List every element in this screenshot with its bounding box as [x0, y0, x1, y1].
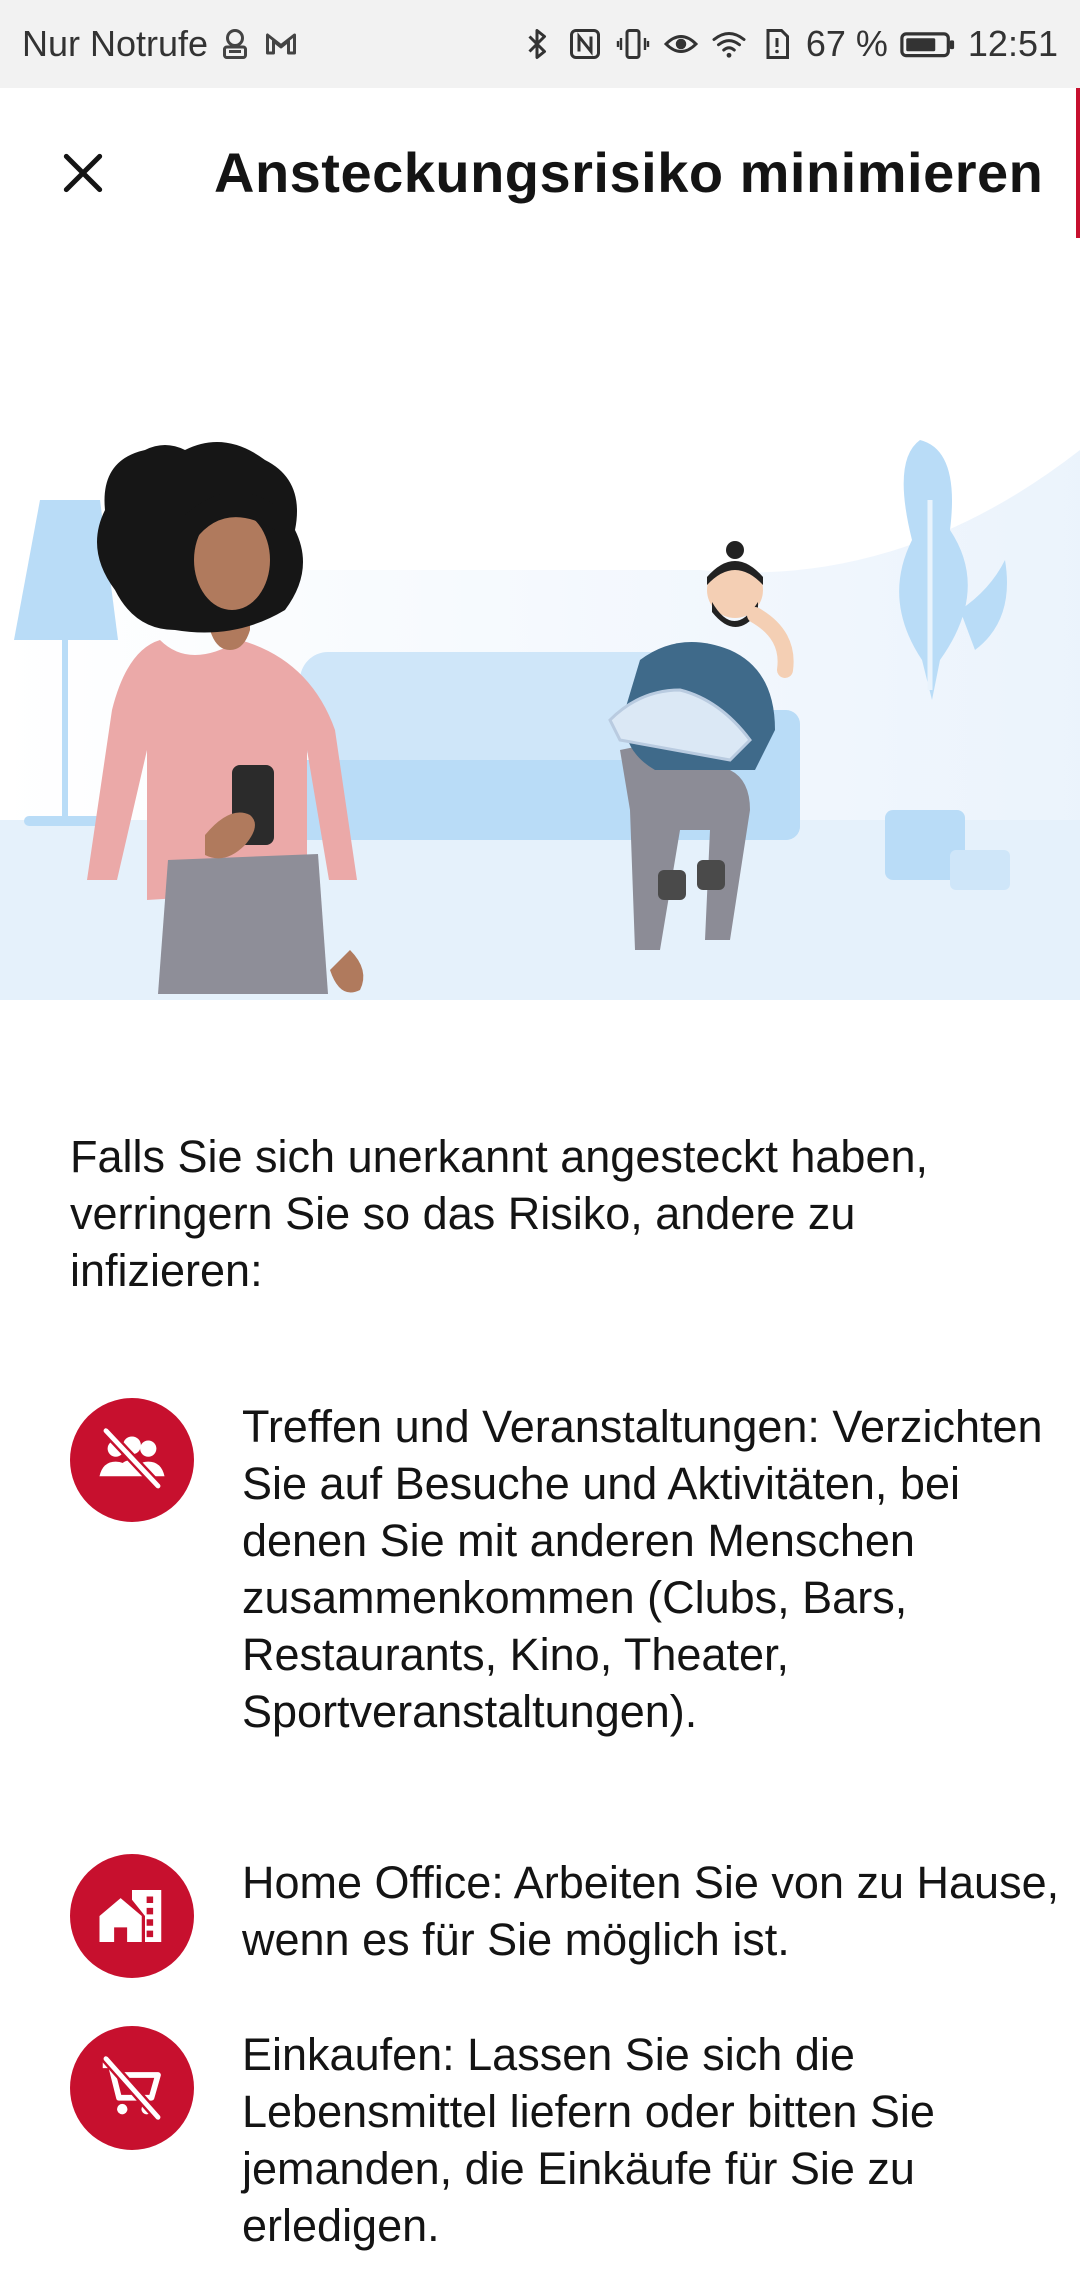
- living-room-illustration: [0, 390, 1080, 1000]
- intro-text: Falls Sie sich unerkannt angesteckt habe…: [70, 1131, 929, 1296]
- home-office-icon: [70, 1854, 194, 1978]
- wifi-icon: [710, 25, 748, 63]
- clock: 12:51: [967, 23, 1058, 64]
- battery-percent: 67 %: [805, 23, 888, 64]
- carrier-label: Nur Notrufe: [22, 23, 209, 64]
- no-gatherings-icon: [70, 1398, 194, 1522]
- bluetooth-icon: [518, 25, 556, 63]
- tip-text-home-office: Home Office: Arbeiten Sie von zu Hause, …: [242, 1857, 1060, 1965]
- app-header: Ansteckungsrisiko minimieren: [0, 88, 1080, 264]
- tip-text-shopping: Einkaufen: Lassen Sie sich die Lebensmit…: [242, 2029, 935, 2251]
- status-bar-left: Nur Notrufe: [22, 0, 300, 88]
- battery-icon: [898, 25, 958, 63]
- status-bar: Nur Notrufe 67 % 12:51: [0, 0, 1080, 88]
- battery-alert-icon: [758, 25, 796, 63]
- scroll-indicator: [1076, 88, 1080, 238]
- no-shopping-cart-icon: [70, 2026, 194, 2150]
- vpn-key-icon: [216, 25, 254, 63]
- eye-comfort-icon: [662, 25, 700, 63]
- status-bar-right: 67 % 12:51: [518, 0, 1058, 88]
- vibrate-icon: [614, 25, 652, 63]
- gmail-icon: [262, 25, 300, 63]
- page-title: Ansteckungsrisiko minimieren: [214, 141, 1044, 204]
- close-button[interactable]: [50, 142, 116, 208]
- hero-illustration: [0, 390, 1080, 1000]
- tip-text-gatherings: Treffen und Veranstaltungen: Verzichten …: [242, 1401, 1043, 1737]
- close-icon: [58, 148, 108, 203]
- nfc-icon: [566, 25, 604, 63]
